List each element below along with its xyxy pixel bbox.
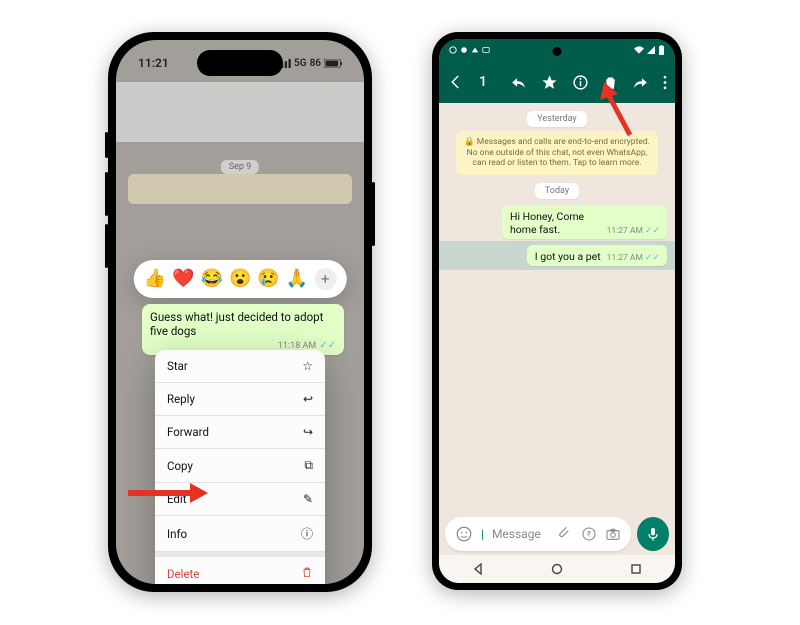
status-time: 11:21 (138, 56, 169, 70)
read-ticks-icon: ✓✓ (645, 253, 660, 263)
nav-recent-icon[interactable] (630, 563, 642, 575)
menu-label: Delete (167, 567, 199, 581)
context-menu: Star ☆ Reply ↩ Forward ↪ Copy ⧉ Edit ✎ I… (155, 350, 325, 584)
menu-info[interactable]: Info ⓘ (155, 516, 325, 552)
info-icon[interactable] (572, 74, 589, 91)
selected-message-bubble[interactable]: Guess what! just decided to adopt five d… (142, 304, 344, 355)
reaction-more-icon[interactable]: + (314, 268, 336, 290)
input-placeholder: Message (492, 527, 541, 541)
dimmed-header (116, 82, 364, 142)
android-device: 1 Yesterday 🔒 Messages and calls are end… (432, 32, 682, 590)
side-button (105, 132, 108, 158)
read-ticks-icon: ✓✓ (319, 340, 336, 351)
message-input[interactable]: | Message ₹ (445, 517, 631, 551)
message-time: 11:18 AM (278, 341, 316, 351)
date-chip: Yesterday (527, 111, 586, 127)
mic-button[interactable] (637, 517, 669, 551)
side-button (372, 182, 375, 246)
reply-icon: ↩ (303, 392, 313, 406)
menu-delete[interactable]: Delete (155, 552, 325, 584)
menu-label: Forward (167, 425, 209, 439)
trash-icon (301, 566, 313, 581)
star-icon[interactable] (541, 74, 558, 91)
dynamic-island (197, 50, 283, 76)
battery-icon (658, 45, 665, 55)
reaction-picker[interactable]: 👍 ❤️ 😂 😮 😢 🙏 + (134, 260, 347, 298)
encryption-notice[interactable]: 🔒 Messages and calls are end-to-end encr… (456, 131, 659, 175)
attach-icon[interactable] (557, 526, 573, 542)
message-input-bar: | Message ₹ (445, 517, 669, 551)
message-time: 11:27 AM (607, 253, 643, 263)
menu-copy[interactable]: Copy ⧉ (155, 449, 325, 483)
emoji-icon[interactable] (455, 525, 473, 543)
battery-icon (324, 59, 342, 68)
text-cursor: | (481, 527, 484, 541)
menu-label: Copy (167, 459, 193, 473)
status-icon (471, 46, 479, 54)
message-row-selected[interactable]: I got you a pet 11:27 AM✓✓ (439, 241, 675, 270)
edit-icon: ✎ (303, 492, 313, 506)
side-button (105, 172, 108, 216)
reaction-thumbs-up[interactable]: 👍 (144, 270, 166, 288)
more-icon[interactable] (663, 74, 667, 91)
status-icon (482, 46, 490, 54)
dimmed-encryption-card (128, 174, 352, 204)
side-button (105, 224, 108, 268)
camera-icon[interactable] (605, 526, 621, 542)
message-text: Guess what! just decided to adopt five d… (150, 310, 336, 338)
selection-count: 1 (475, 74, 500, 90)
menu-forward[interactable]: Forward ↪ (155, 416, 325, 449)
date-chip: Today (535, 183, 579, 199)
menu-label: Info (167, 527, 187, 541)
rupee-icon[interactable]: ₹ (581, 526, 597, 542)
reply-icon[interactable] (510, 74, 527, 91)
menu-label: Reply (167, 392, 195, 406)
reaction-pray[interactable]: 🙏 (286, 270, 308, 288)
reaction-sad[interactable]: 😢 (257, 270, 279, 288)
forward-icon: ↪ (303, 425, 313, 439)
battery-label: 86 (310, 58, 321, 69)
star-icon: ☆ (302, 359, 313, 373)
menu-reply[interactable]: Reply ↩ (155, 383, 325, 416)
forward-icon[interactable] (632, 74, 649, 91)
reaction-wow[interactable]: 😮 (229, 270, 251, 288)
svg-text:₹: ₹ (587, 530, 591, 539)
status-icon (460, 46, 468, 54)
trash-icon[interactable] (603, 74, 618, 91)
wifi-icon (634, 46, 644, 54)
dimmed-date-chip: Sep 9 (221, 160, 259, 174)
android-screen: 1 Yesterday 🔒 Messages and calls are end… (439, 39, 675, 583)
iphone-screen: 11:21 5G 86 Sep 9 👍 ❤️ 😂 😮 😢 🙏 + Guess w… (116, 40, 364, 584)
selection-action-bar: 1 (439, 61, 675, 103)
message-text: Hi Honey, Come home fast. (510, 210, 601, 236)
chat-content: Yesterday 🔒 Messages and calls are end-t… (439, 103, 675, 517)
menu-star[interactable]: Star ☆ (155, 350, 325, 383)
network-label: 5G (294, 58, 307, 69)
nav-back-icon[interactable] (472, 563, 484, 575)
nav-home-icon[interactable] (551, 563, 563, 575)
signal-icon (647, 46, 655, 54)
menu-label: Star (167, 359, 188, 373)
status-right: 5G 86 (277, 58, 342, 69)
copy-icon: ⧉ (304, 458, 313, 473)
message-row[interactable]: Hi Honey, Come home fast. 11:27 AM✓✓ (439, 203, 675, 241)
message-time: 11:27 AM (607, 226, 643, 236)
back-icon[interactable] (447, 73, 465, 91)
android-nav-bar (439, 555, 675, 583)
iphone-device: 11:21 5G 86 Sep 9 👍 ❤️ 😂 😮 😢 🙏 + Guess w… (108, 32, 372, 592)
menu-edit[interactable]: Edit ✎ (155, 483, 325, 516)
reaction-heart[interactable]: ❤️ (172, 270, 194, 288)
status-icon (449, 46, 457, 54)
info-icon: ⓘ (301, 525, 313, 542)
menu-label: Edit (167, 492, 186, 506)
reaction-laugh[interactable]: 😂 (201, 270, 223, 288)
message-text: I got you a pet (535, 250, 601, 263)
camera-punch-hole (553, 47, 562, 56)
read-ticks-icon: ✓✓ (645, 226, 660, 236)
